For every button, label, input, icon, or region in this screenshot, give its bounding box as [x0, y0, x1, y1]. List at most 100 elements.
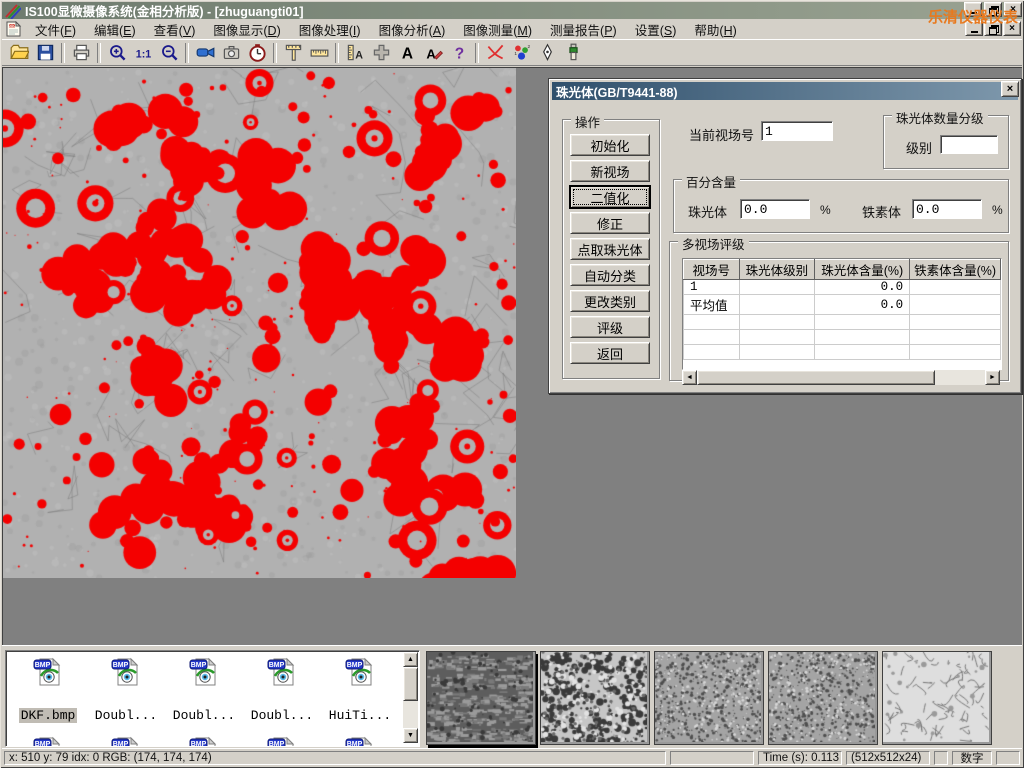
curve-measure-icon[interactable]: [482, 41, 508, 65]
file-browser-vscrollbar[interactable]: ▲ ▼: [403, 652, 418, 743]
table-row[interactable]: [684, 330, 1001, 345]
caliper-icon[interactable]: [280, 41, 306, 65]
new-field-button[interactable]: 新视场: [570, 160, 650, 182]
mdi-minimize-button[interactable]: [965, 21, 983, 36]
column-header[interactable]: 铁素体含量(%): [910, 260, 1001, 280]
thumbnail-4[interactable]: [768, 651, 878, 745]
open-file-icon[interactable]: [6, 41, 32, 65]
menu-image-analysis[interactable]: 图像分析(A): [370, 18, 455, 41]
current-field-input[interactable]: [761, 121, 833, 141]
pearlite-input[interactable]: [740, 199, 810, 219]
help-icon[interactable]: ?: [446, 41, 472, 65]
scroll-right-icon[interactable]: ►: [985, 370, 1000, 385]
toolbar: 1:1AAA?12: [2, 39, 1022, 66]
pearlite-grade-group-label: 珠光体数量分级: [892, 108, 988, 127]
file-item[interactable]: BMP: [244, 735, 320, 747]
actual-size-icon[interactable]: 1:1: [130, 41, 156, 65]
column-header[interactable]: 珠光体含量(%): [815, 260, 910, 280]
table-cell: [739, 330, 815, 345]
menu-image-display[interactable]: 图像显示(D): [204, 18, 289, 41]
table-cell: [815, 345, 910, 360]
hscroll-track[interactable]: [935, 370, 985, 385]
change-class-button[interactable]: 更改类别: [570, 290, 650, 312]
mdi-client-area: 珠光体(GB/T9441-88) × 操作 初始化新视场二值化修正点取珠光体自动…: [2, 67, 1022, 645]
rating-table-hscrollbar[interactable]: ◄ ►: [682, 370, 1000, 385]
file-item[interactable]: BMP: [88, 735, 164, 747]
binarize-button[interactable]: 二值化: [570, 186, 650, 208]
scroll-left-icon[interactable]: ◄: [682, 370, 697, 385]
ruler-icon[interactable]: [306, 41, 332, 65]
file-item[interactable]: BMPDoubl...: [88, 656, 164, 724]
column-header[interactable]: 视场号: [684, 260, 740, 280]
thumbnail-2[interactable]: [540, 651, 650, 745]
file-item[interactable]: BMPDKF.bmp: [10, 656, 86, 724]
toolbar-separator: [61, 43, 65, 63]
save-file-icon[interactable]: [32, 41, 58, 65]
menu-image-process[interactable]: 图像处理(I): [290, 18, 370, 41]
file-item[interactable]: BMPDoubl...: [244, 656, 320, 724]
table-row[interactable]: 平均值0.0: [684, 295, 1001, 315]
timer-clock-icon[interactable]: [244, 41, 270, 65]
thumbnail-1[interactable]: [426, 651, 536, 745]
scroll-up-icon[interactable]: ▲: [403, 652, 418, 667]
svg-text:BMP: BMP: [347, 741, 363, 747]
text-edit-icon[interactable]: A: [420, 41, 446, 65]
ink-picker-icon[interactable]: [534, 41, 560, 65]
thumbnail-3[interactable]: [654, 651, 764, 745]
zoom-out-icon[interactable]: [156, 41, 182, 65]
menu-settings[interactable]: 设置(S): [626, 18, 686, 41]
grade-button[interactable]: 评级: [570, 316, 650, 338]
menu-image-measure[interactable]: 图像测量(M): [454, 18, 541, 41]
file-item[interactable]: BMP: [10, 735, 86, 747]
table-row[interactable]: 10.0: [684, 280, 1001, 295]
minimize-button[interactable]: [964, 2, 982, 17]
scale-measure-icon[interactable]: A: [342, 41, 368, 65]
menu-help[interactable]: 帮助(H): [685, 18, 745, 41]
auto-classify-button[interactable]: 自动分类: [570, 264, 650, 286]
file-item[interactable]: BMP: [322, 735, 398, 747]
file-item[interactable]: BMP: [166, 735, 242, 747]
table-cell: [910, 330, 1001, 345]
initialize-button[interactable]: 初始化: [570, 134, 650, 156]
document-icon[interactable]: DOC: [5, 21, 22, 37]
vscroll-thumb[interactable]: [403, 667, 418, 701]
snapshot-camera-icon[interactable]: [218, 41, 244, 65]
phase-classify-icon[interactable]: 12: [508, 41, 534, 65]
mdi-restore-button[interactable]: [984, 21, 1002, 36]
mdi-close-button[interactable]: ×: [1003, 21, 1021, 36]
paint-brush-icon[interactable]: [560, 41, 586, 65]
text-label-icon[interactable]: A: [394, 41, 420, 65]
mdi-window-controls: ×: [965, 21, 1021, 36]
table-row[interactable]: [684, 345, 1001, 360]
file-browser: ▲ ▼ BMPDKF.bmpBMPDoubl...BMPDoubl...BMPD…: [5, 650, 420, 747]
svg-text:BMP: BMP: [113, 662, 129, 669]
column-header[interactable]: 珠光体级别: [739, 260, 815, 280]
menu-file[interactable]: 文件(F): [26, 18, 85, 41]
file-item[interactable]: BMPDoubl...: [166, 656, 242, 724]
svg-text:A: A: [426, 46, 436, 61]
close-button[interactable]: ×: [1004, 2, 1022, 17]
file-item[interactable]: BMPHuiTi...: [322, 656, 398, 724]
table-cell: [910, 295, 1001, 315]
video-camera-icon[interactable]: [192, 41, 218, 65]
binarized-micrograph-image[interactable]: [3, 68, 516, 578]
merge-tiles-icon[interactable]: [368, 41, 394, 65]
print-icon[interactable]: [68, 41, 94, 65]
multi-field-rating-group: 多视场评级 视场号珠光体级别珠光体含量(%)铁素体含量(%)10.0平均值0.0…: [669, 241, 1009, 381]
grade-level-input[interactable]: [940, 135, 998, 154]
dialog-close-icon[interactable]: ×: [1001, 81, 1019, 97]
return-button[interactable]: 返回: [570, 342, 650, 364]
table-row[interactable]: [684, 315, 1001, 330]
menu-edit[interactable]: 编辑(E): [85, 18, 145, 41]
ferrite-input[interactable]: [912, 199, 982, 219]
thumbnail-5[interactable]: [882, 651, 992, 745]
menu-view[interactable]: 查看(V): [145, 18, 205, 41]
hscroll-thumb[interactable]: [697, 370, 935, 385]
scroll-down-icon[interactable]: ▼: [403, 728, 418, 743]
menu-measure-report[interactable]: 测量报告(P): [541, 18, 626, 41]
svg-text:A: A: [401, 45, 412, 62]
correct-button[interactable]: 修正: [570, 212, 650, 234]
pick-pearlite-button[interactable]: 点取珠光体: [570, 238, 650, 260]
restore-button[interactable]: [984, 2, 1002, 17]
zoom-in-icon[interactable]: [104, 41, 130, 65]
